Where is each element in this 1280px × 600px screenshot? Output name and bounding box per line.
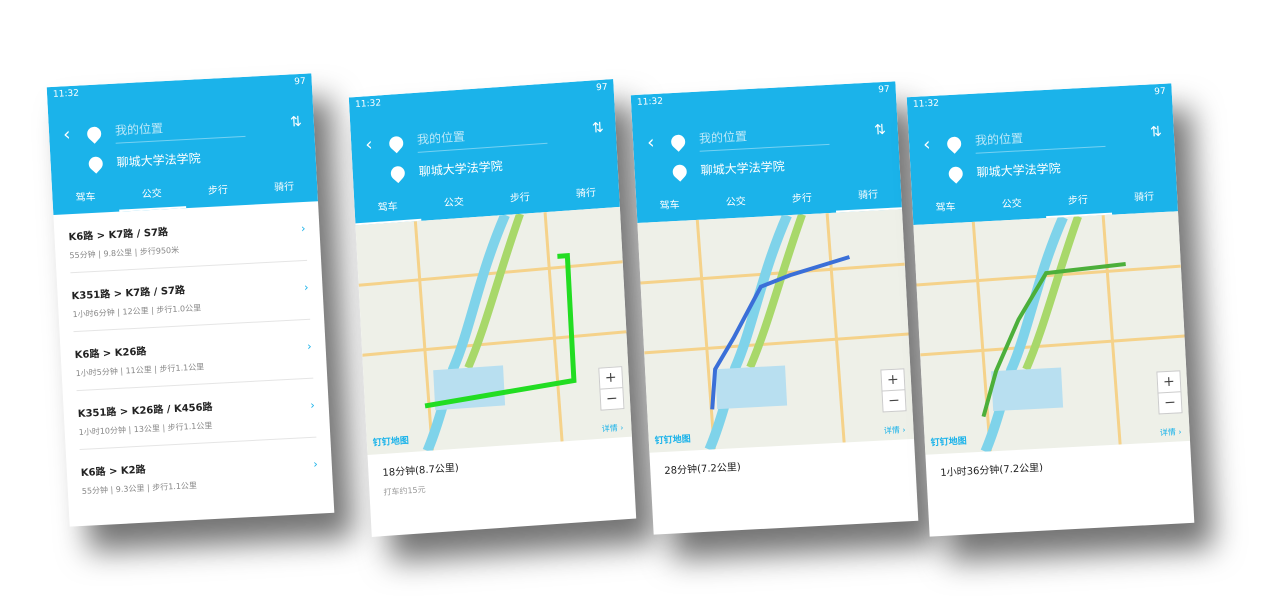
swap-icon[interactable]: ⇅ bbox=[1150, 124, 1163, 141]
route-duration: 1小时36分钟(7.2公里) bbox=[940, 462, 1044, 479]
zoom-in-button[interactable]: + bbox=[1157, 371, 1180, 392]
battery-level: 97 bbox=[595, 82, 608, 94]
route-title: K351路 > K7路 / S7路 bbox=[71, 285, 186, 303]
destination-input[interactable]: 聊城大学法学院 bbox=[700, 157, 785, 178]
zoom-control: + − bbox=[598, 366, 625, 411]
chevron-right-icon: › bbox=[309, 398, 316, 412]
tab-drive[interactable]: 驾车 bbox=[52, 186, 120, 215]
map-logo: 钉钉地图 bbox=[372, 436, 410, 449]
tab-drive[interactable]: 驾车 bbox=[636, 194, 704, 223]
tab-bike[interactable]: 骑行 bbox=[1110, 185, 1178, 214]
lake bbox=[991, 367, 1064, 412]
destination-input[interactable]: 聊城大学法学院 bbox=[116, 149, 201, 170]
destination-pin-icon bbox=[945, 163, 966, 184]
swap-icon[interactable]: ⇅ bbox=[874, 122, 887, 139]
swap-icon[interactable]: ⇅ bbox=[592, 120, 605, 137]
tab-transit[interactable]: 公交 bbox=[118, 182, 186, 212]
tab-walk[interactable]: 步行 bbox=[768, 187, 836, 216]
origin-input[interactable]: 我的位置 bbox=[416, 121, 548, 153]
header: 11:32 97 ‹ ⇅ 我的位置 聊城大学法学院 驾车 公交 步行 骑行 bbox=[906, 83, 1179, 226]
zoom-out-button[interactable]: − bbox=[1158, 391, 1182, 414]
chevron-right-icon: › bbox=[300, 221, 306, 236]
origin-input[interactable]: 我的位置 bbox=[974, 124, 1106, 154]
route-meta: 1小时5分钟 | 11公里 | 步行1.1公里 bbox=[75, 362, 205, 379]
battery-level: 97 bbox=[878, 84, 890, 96]
origin-pin-icon bbox=[84, 123, 105, 144]
tab-transit[interactable]: 公交 bbox=[978, 192, 1046, 221]
battery-level: 97 bbox=[1154, 86, 1166, 98]
route-title: K351路 > K26路 / K456路 bbox=[77, 402, 213, 421]
map-canvas bbox=[916, 215, 1185, 454]
status-bar: 11:32 97 bbox=[631, 81, 897, 116]
destination-pin-icon bbox=[85, 153, 106, 174]
route-title: K6路 > K26路 bbox=[74, 346, 147, 362]
transit-screen: 11:32 97 ‹ ⇅ 我的位置 聊城大学法学院 驾车 公交 步行 骑行 K6… bbox=[46, 73, 335, 527]
origin-pin-icon bbox=[668, 131, 689, 152]
bike-screen: 11:32 97 ‹ ⇅ 我的位置 聊城大学法学院 驾车 公交 步行 骑行 + … bbox=[630, 81, 919, 535]
tab-walk[interactable]: 步行 bbox=[1044, 188, 1112, 219]
map-logo: 钉钉地图 bbox=[654, 434, 692, 447]
header: 11:32 97 ‹ ⇅ 我的位置 聊城大学法学院 驾车 公交 步行 骑行 bbox=[348, 79, 620, 226]
status-time: 11:32 bbox=[354, 98, 382, 111]
route-meta: 1小时10分钟 | 13公里 | 步行1.1公里 bbox=[78, 421, 213, 438]
tab-bike[interactable]: 骑行 bbox=[250, 175, 318, 204]
status-bar: 11:32 97 bbox=[907, 83, 1173, 118]
map-view[interactable]: + − 钉钉地图 详情 › bbox=[913, 211, 1191, 455]
lake bbox=[715, 365, 788, 410]
map-logo: 钉钉地图 bbox=[930, 436, 968, 449]
map-canvas bbox=[640, 213, 909, 452]
route-meta: 55分钟 | 9.3公里 | 步行1.1公里 bbox=[81, 480, 198, 496]
status-time: 11:32 bbox=[52, 88, 80, 100]
header: 11:32 97 ‹ ⇅ 我的位置 聊城大学法学院 驾车 公交 步行 骑行 bbox=[630, 81, 903, 224]
status-time: 11:32 bbox=[636, 96, 664, 108]
back-icon[interactable]: ‹ bbox=[647, 132, 655, 153]
back-icon[interactable]: ‹ bbox=[365, 134, 373, 155]
chevron-right-icon: › bbox=[306, 339, 312, 353]
route-meta: 1小时6分钟 | 12公里 | 步行1.0公里 bbox=[72, 303, 202, 320]
origin-input[interactable]: 我的位置 bbox=[698, 122, 830, 152]
status-time: 11:32 bbox=[912, 98, 940, 110]
header: 11:32 97 ‹ ⇅ 我的位置 聊城大学法学院 驾车 公交 步行 骑行 bbox=[46, 73, 319, 216]
tab-drive[interactable]: 驾车 bbox=[912, 196, 980, 225]
route-duration: 28分钟(7.2公里) bbox=[664, 461, 742, 477]
origin-input[interactable]: 我的位置 bbox=[114, 114, 246, 144]
tab-walk[interactable]: 步行 bbox=[184, 179, 252, 208]
detail-link[interactable]: 详情 › bbox=[601, 422, 624, 435]
origin-pin-icon bbox=[386, 133, 407, 154]
origin-pin-icon bbox=[944, 133, 965, 154]
walk-screen: 11:32 97 ‹ ⇅ 我的位置 聊城大学法学院 驾车 公交 步行 骑行 + … bbox=[906, 83, 1195, 537]
map-view[interactable]: + − 钉钉地图 详情 › bbox=[637, 209, 915, 453]
battery-level: 97 bbox=[294, 76, 306, 88]
zoom-control: + − bbox=[880, 368, 907, 413]
zoom-out-button[interactable]: − bbox=[882, 389, 906, 412]
route-meta: 55分钟 | 9.8公里 | 步行950米 bbox=[69, 245, 180, 261]
drive-screen: 11:32 97 ‹ ⇅ 我的位置 聊城大学法学院 驾车 公交 步行 骑行 + … bbox=[348, 79, 637, 537]
route-title: K6路 > K7路 / S7路 bbox=[68, 227, 169, 244]
zoom-in-button[interactable]: + bbox=[599, 367, 622, 389]
list-item[interactable]: K6路 > K2路 55分钟 | 9.3公里 | 步行1.1公里 › bbox=[80, 438, 320, 508]
destination-input[interactable]: 聊城大学法学院 bbox=[418, 157, 503, 180]
destination-pin-icon bbox=[669, 161, 690, 182]
zoom-control: + − bbox=[1156, 370, 1183, 415]
route-list: K6路 > K7路 / S7路 55分钟 | 9.8公里 | 步行950米 › … bbox=[53, 201, 333, 508]
zoom-in-button[interactable]: + bbox=[881, 369, 904, 390]
destination-pin-icon bbox=[387, 162, 408, 183]
route-title: K6路 > K2路 bbox=[80, 464, 146, 479]
tab-bike[interactable]: 骑行 bbox=[834, 183, 903, 213]
map-view[interactable]: + − 钉钉地图 详情 › bbox=[355, 206, 632, 456]
status-bar: 11:32 97 bbox=[349, 79, 614, 118]
chevron-right-icon: › bbox=[313, 457, 319, 471]
back-icon[interactable]: ‹ bbox=[63, 124, 71, 145]
back-icon[interactable]: ‹ bbox=[923, 134, 931, 155]
map-canvas bbox=[358, 211, 627, 453]
tab-transit[interactable]: 公交 bbox=[702, 190, 770, 219]
detail-link[interactable]: 详情 › bbox=[1160, 426, 1182, 438]
chevron-right-icon: › bbox=[303, 280, 309, 295]
destination-input[interactable]: 聊城大学法学院 bbox=[976, 159, 1061, 180]
status-bar: 11:32 97 bbox=[47, 73, 313, 108]
detail-link[interactable]: 详情 › bbox=[884, 424, 906, 436]
zoom-out-button[interactable]: − bbox=[600, 387, 624, 410]
swap-icon[interactable]: ⇅ bbox=[290, 114, 303, 131]
